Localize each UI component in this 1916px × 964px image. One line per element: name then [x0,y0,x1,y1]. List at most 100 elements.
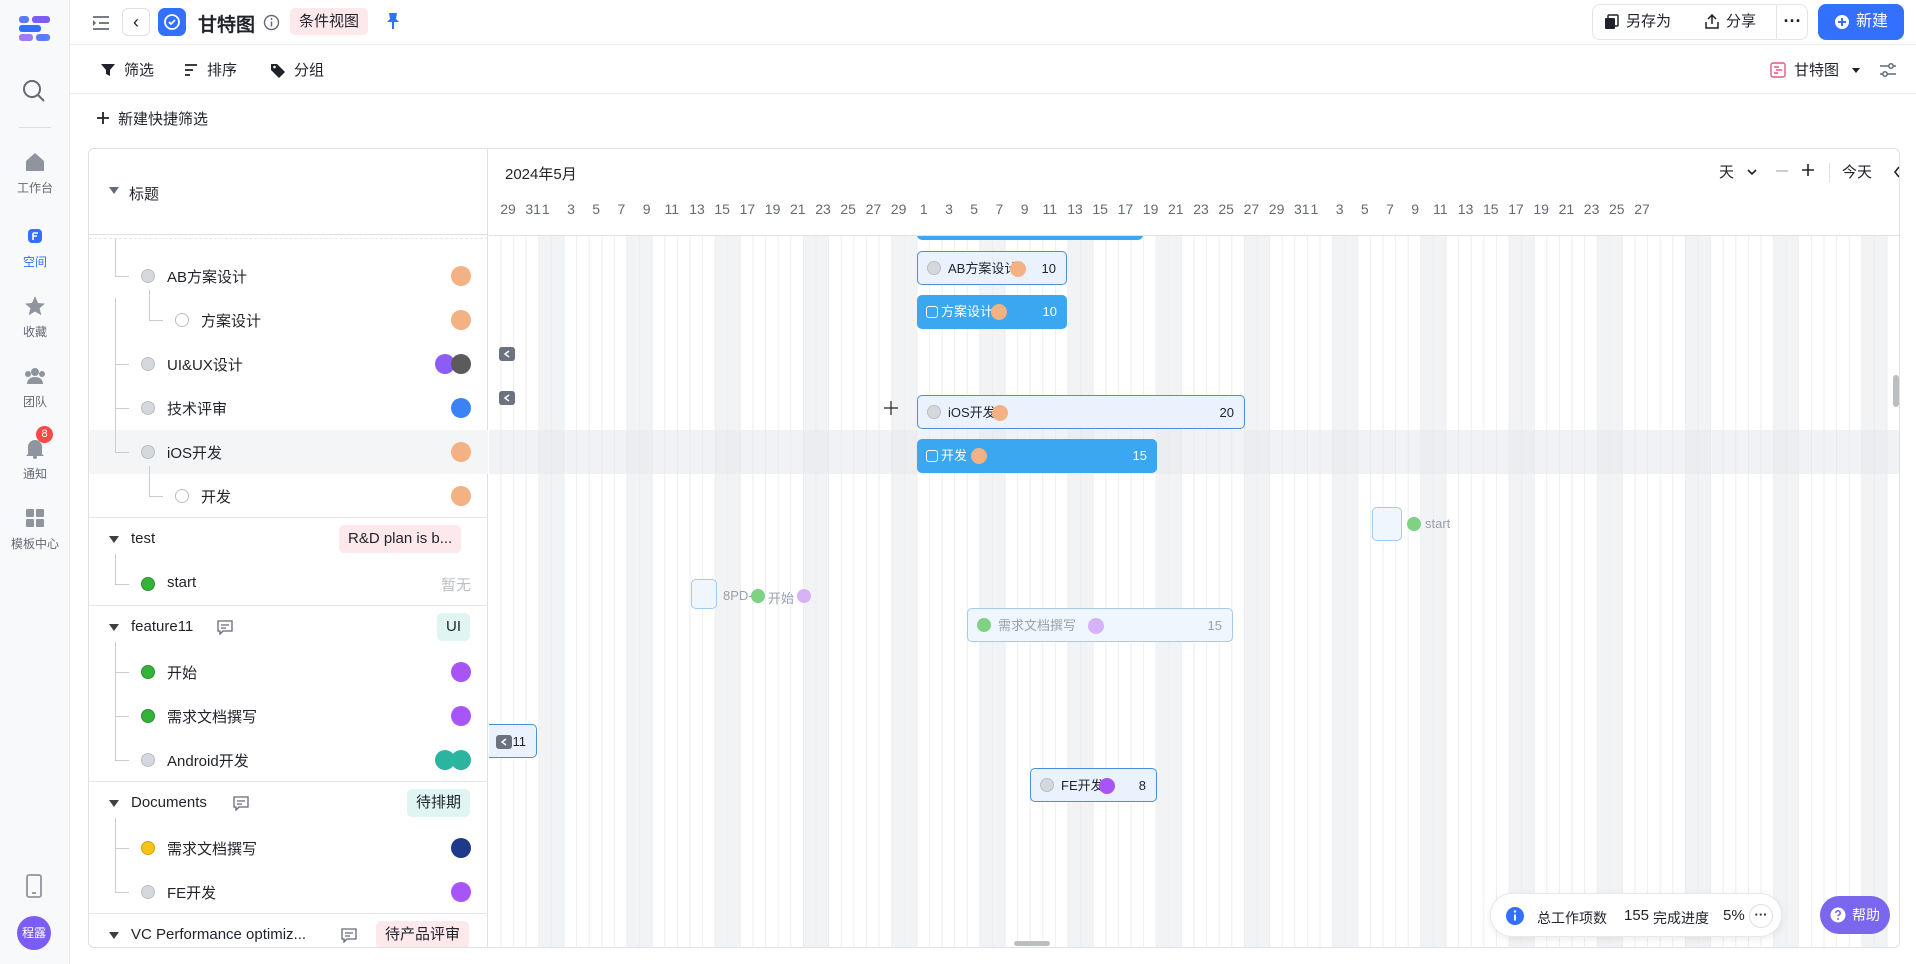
horizontal-scrollbar[interactable] [1014,941,1050,946]
scale-dropdown[interactable]: 天 [1719,161,1758,182]
row-title[interactable]: 技术评审 [167,398,227,419]
nav-workbench[interactable]: 工作台 [0,150,70,196]
user-avatar[interactable]: 程露 [17,916,51,950]
new-button[interactable]: 新建 [1818,4,1904,40]
table-row[interactable]: 方案设计 [89,290,488,342]
group-caret-icon[interactable] [109,624,119,631]
table-row[interactable]: 需求文档撰写 [89,818,488,870]
row-title[interactable]: Android开发 [167,750,249,771]
comment-icon[interactable] [341,928,357,943]
group-row[interactable]: feature11 UI [89,606,488,650]
save-as-button[interactable]: 另存为 [1604,4,1671,40]
row-title[interactable]: 方案设计 [201,310,261,331]
status-dot[interactable] [141,665,155,679]
pin-icon[interactable] [384,11,402,31]
row-title[interactable]: FE开发 [167,882,216,903]
scroll-to-task-icon[interactable] [499,347,515,361]
gantt-bar[interactable]: FE开发 8 [1030,768,1157,802]
comment-icon[interactable] [233,796,249,811]
back-button[interactable]: ‹ [122,8,150,36]
gantt-bar[interactable]: 11 [489,724,537,758]
row-title[interactable]: 需求文档撰写 [167,838,257,859]
gantt-bar[interactable]: 需求文档撰写 15 [967,608,1233,642]
row-title[interactable]: 开始 [167,662,197,683]
status-dot[interactable] [141,401,155,415]
group-title[interactable]: VC Performance optimiz... [131,926,306,943]
nav-team[interactable]: 团队 [0,364,70,410]
nav-templates[interactable]: 模板中心 [0,506,70,552]
summary-more-button[interactable]: ··· [1749,904,1773,928]
status-dot[interactable] [141,709,155,723]
status-dot[interactable] [141,269,155,283]
status-dot[interactable] [141,445,155,459]
group-title[interactable]: test [131,530,155,547]
row-title[interactable]: iOS开发 [167,442,222,463]
more-button[interactable]: ··· [1776,4,1808,40]
table-row[interactable]: start 暂无 [89,554,488,606]
nav-favorites[interactable]: 收藏 [0,294,70,340]
tree-line [115,892,129,893]
new-quick-filter-button[interactable]: 新建快捷筛选 [96,108,208,129]
group-row[interactable]: VC Performance optimiz... 待产品评审 [89,914,488,947]
vertical-scrollbar[interactable] [1893,375,1899,407]
weekend-column [1509,236,1522,947]
group-caret-icon[interactable] [109,536,119,543]
tree-line [115,364,129,365]
status-dot[interactable] [141,885,155,899]
filter-button[interactable]: 筛选 [100,59,154,80]
table-row[interactable]: 开始 [89,642,488,694]
sidebar-toggle-icon[interactable] [90,12,112,34]
view-name-tag[interactable]: 条件视图 [290,8,369,35]
settings-sliders-icon[interactable] [1878,60,1898,80]
milestone-placeholder[interactable] [691,579,717,609]
chevron-left-icon[interactable] [1892,165,1900,179]
scroll-to-task-icon[interactable] [499,391,515,405]
zoom-out-icon[interactable] [1775,169,1789,173]
gantt-bar[interactable]: AB方案设计 10 [917,251,1067,285]
row-title[interactable]: UI&UX设计 [167,354,243,375]
status-dot[interactable] [141,357,155,371]
gantt-bar[interactable]: iOS开发 20 [917,395,1245,429]
row-title[interactable]: 开发 [201,486,231,507]
table-row[interactable]: 技术评审 [89,364,488,430]
zoom-in-icon[interactable] [1801,163,1815,177]
table-row[interactable]: 需求文档撰写 [89,672,488,738]
help-button[interactable]: 帮助 [1820,896,1890,934]
sort-button[interactable]: 排序 [183,59,237,80]
comment-icon[interactable] [217,620,233,635]
group-button[interactable]: 分组 [270,59,324,80]
gantt-bar-partial[interactable] [917,236,1143,240]
table-row[interactable]: 开发 [89,466,488,518]
status-dot[interactable] [175,313,189,327]
share-button[interactable]: 分享 [1704,4,1756,40]
table-row[interactable]: UI&UX设计 [89,298,488,386]
collapse-all-caret-icon[interactable] [109,187,119,194]
nav-notifications[interactable]: 8 通知 [0,426,70,482]
status-dot[interactable] [141,753,155,767]
tree-line [115,408,129,409]
table-row[interactable]: Android开发 [89,716,488,782]
group-row[interactable]: Documents 待排期 [89,782,488,826]
table-row[interactable]: FE开发 [89,848,488,914]
group-title[interactable]: feature11 [131,618,193,635]
search-icon[interactable] [21,78,47,104]
mobile-icon[interactable] [23,873,45,899]
row-title[interactable]: start [167,574,196,591]
today-button[interactable]: 今天 [1842,161,1872,182]
status-dot[interactable] [175,489,189,503]
info-icon[interactable] [263,14,280,31]
gantt-bar[interactable]: 方案设计 10 [917,295,1067,329]
group-title[interactable]: Documents [131,794,207,811]
group-row[interactable]: test R&D plan is b... [89,518,488,562]
row-title[interactable]: AB方案设计 [167,266,247,287]
row-title[interactable]: 需求文档撰写 [167,706,257,727]
status-dot[interactable] [141,577,155,591]
nav-space[interactable]: 空间 [0,224,70,270]
group-caret-icon[interactable] [109,800,119,807]
gantt-bar[interactable]: 开发 15 [917,439,1157,473]
milestone-placeholder[interactable] [1372,507,1402,541]
view-switch-dropdown[interactable]: 甘特图 [1770,59,1861,80]
status-dot[interactable] [141,841,155,855]
app-logo-icon[interactable] [17,13,53,43]
group-caret-icon[interactable] [109,932,119,939]
